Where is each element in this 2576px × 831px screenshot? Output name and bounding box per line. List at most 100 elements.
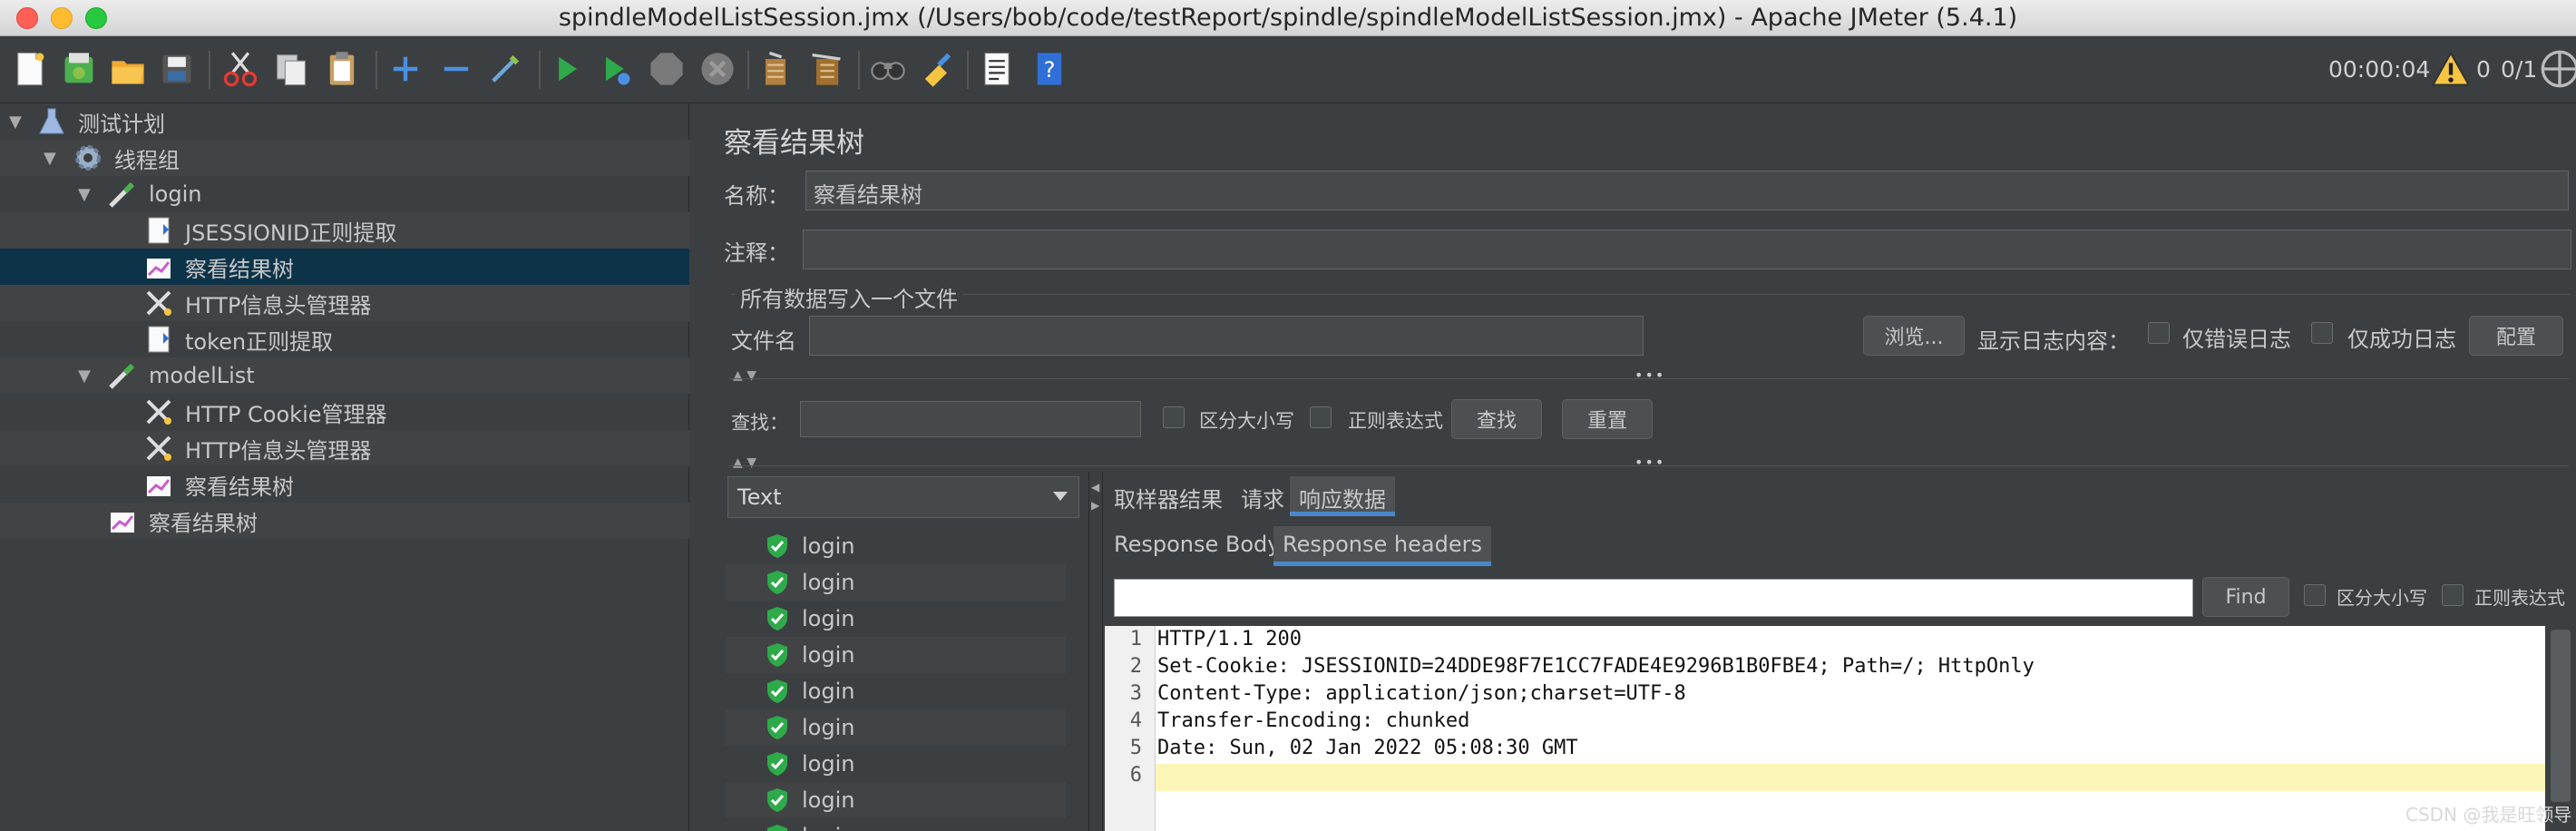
cut-icon[interactable]	[220, 48, 261, 90]
extractor-icon	[148, 326, 170, 353]
list-item[interactable]: login	[726, 637, 1066, 673]
comment-label: 注释：	[724, 240, 789, 266]
results-graph-icon	[147, 259, 171, 279]
tab-response-headers[interactable]: Response headers	[1273, 526, 1491, 566]
list-item[interactable]: login	[726, 782, 1066, 818]
start-icon[interactable]	[546, 48, 588, 90]
splitter-grip[interactable]: •••	[1634, 454, 1665, 471]
tree-node-thread-group[interactable]: ▼ 线程组	[0, 140, 689, 176]
search-field[interactable]	[800, 401, 1141, 437]
success-shield-icon	[767, 788, 787, 812]
success-only-checkbox[interactable]	[2311, 322, 2333, 344]
search-icon[interactable]	[867, 48, 909, 90]
watermark: CSDN @我是旺领导	[2405, 804, 2572, 826]
tree-node-view-results-tree[interactable]: 察看结果树	[0, 503, 689, 539]
response-case-sensitive-checkbox[interactable]	[2304, 584, 2326, 606]
stop-icon[interactable]	[646, 48, 688, 90]
window-titlebar: spindleModelListSession.jmx (/Users/bob/…	[0, 0, 2576, 36]
success-shield-icon	[767, 571, 787, 594]
comment-field[interactable]	[803, 230, 2571, 269]
toolbar: ? 00:00:04 0 0/1	[0, 36, 2576, 103]
response-find-button[interactable]: Find	[2202, 577, 2289, 617]
list-item[interactable]: login	[726, 673, 1066, 709]
list-item[interactable]: login	[726, 601, 1066, 637]
remote-status-icon[interactable]	[2540, 49, 2576, 89]
tree-node-test-plan[interactable]: ▼ 测试计划	[0, 103, 689, 140]
paste-icon[interactable]	[321, 48, 363, 90]
tree-node-view-results-tree[interactable]: 察看结果树	[0, 249, 689, 285]
collapse-arrow-icon[interactable]: ▼	[9, 112, 22, 132]
tab-request[interactable]: 请求	[1232, 476, 1293, 516]
copy-icon[interactable]	[270, 48, 312, 90]
browse-button[interactable]: 浏览...	[1863, 316, 1965, 356]
tree-node-login[interactable]: ▼ login	[0, 176, 689, 212]
code-line: Transfer-Encoding: chunked	[1157, 709, 1470, 732]
splitter-grip[interactable]: •••	[1634, 367, 1665, 384]
open-icon[interactable]	[107, 48, 149, 90]
tab-sampler-result[interactable]: 取样器结果	[1105, 476, 1232, 516]
templates-icon[interactable]	[58, 48, 100, 90]
vertical-splitter[interactable]: ◀ ▶	[1088, 472, 1103, 831]
tab-response-body[interactable]: Response Body	[1105, 526, 1289, 566]
new-icon[interactable]	[9, 48, 51, 90]
success-shield-icon	[767, 534, 787, 558]
tools-icon	[146, 290, 171, 316]
shutdown-icon[interactable]	[697, 48, 738, 90]
response-headers-editor[interactable]: 1 2 3 4 5 6 HTTP/1.1 200 Set-Cookie: JSE…	[1105, 626, 2576, 831]
list-item[interactable]: login	[726, 746, 1066, 782]
tree-node-jsessionid-extractor[interactable]: JSESSIONID正则提取	[0, 212, 689, 249]
collapse-arrow-icon[interactable]: ▼	[78, 367, 91, 386]
splitter-arrows[interactable]: ▲ ▼	[733, 455, 756, 470]
errors-only-checkbox[interactable]	[2148, 322, 2170, 344]
clear-all-icon[interactable]	[805, 48, 847, 90]
code-area[interactable]: HTTP/1.1 200 Set-Cookie: JSESSIONID=24DD…	[1156, 626, 2545, 831]
filename-label: 文件名	[731, 328, 796, 354]
list-item[interactable]: login	[726, 528, 1066, 564]
sampler-pipette-icon	[109, 181, 135, 208]
tools-icon	[146, 399, 171, 425]
collapse-arrow-icon[interactable]: ▼	[78, 185, 91, 204]
configure-button[interactable]: 配置	[2469, 316, 2563, 356]
tree-node-view-results-tree[interactable]: 察看结果树	[0, 466, 689, 503]
toggle-icon[interactable]	[484, 48, 526, 90]
panel-title: 察看结果树	[724, 127, 864, 160]
code-line: Set-Cookie: JSESSIONID=24DDE98F7E1CC7FAD…	[1157, 655, 2034, 678]
renderer-select[interactable]: Text	[727, 476, 1079, 518]
tree-node-header-manager[interactable]: HTTP信息头管理器	[0, 285, 689, 321]
find-button[interactable]: 查找	[1451, 399, 1542, 439]
filename-field[interactable]	[809, 316, 1644, 356]
response-regex-checkbox[interactable]	[2442, 584, 2464, 606]
log-content-label: 显示日志内容：	[1977, 328, 2130, 354]
response-regex-label: 正则表达式	[2474, 587, 2565, 609]
clear-icon[interactable]	[755, 48, 796, 90]
tab-response-data[interactable]: 响应数据	[1290, 476, 1395, 516]
tree-node-modellist[interactable]: ▼ modelList	[0, 357, 689, 394]
gear-icon	[75, 145, 101, 171]
tree-node-token-extractor[interactable]: token正则提取	[0, 321, 689, 357]
sampler-pipette-icon	[109, 363, 135, 389]
help-icon[interactable]: ?	[1029, 48, 1070, 90]
case-sensitive-label: 区分大小写	[1199, 410, 1294, 432]
tree-node-cookie-manager[interactable]: HTTP Cookie管理器	[0, 394, 689, 430]
case-sensitive-checkbox[interactable]	[1163, 406, 1185, 428]
function-helper-icon[interactable]	[976, 48, 1018, 90]
tree-node-header-manager[interactable]: HTTP信息头管理器	[0, 430, 689, 466]
warning-count: 0	[2476, 56, 2491, 83]
regex-label: 正则表达式	[1348, 410, 1443, 432]
response-find-field[interactable]	[1114, 579, 2193, 617]
splitter-arrows[interactable]: ▲ ▼	[733, 368, 756, 383]
regex-checkbox[interactable]	[1310, 406, 1332, 428]
save-icon[interactable]	[156, 48, 198, 90]
reset-button[interactable]: 重置	[1562, 399, 1653, 439]
collapse-icon[interactable]	[435, 48, 477, 90]
test-plan-tree: ▼ 测试计划 ▼ 线程组 ▼ login JSESSIONID正则提取 察看结果…	[0, 103, 689, 831]
reset-search-icon[interactable]	[916, 48, 958, 90]
expand-icon[interactable]	[385, 48, 426, 90]
collapse-arrow-icon[interactable]: ▼	[44, 149, 56, 168]
list-item[interactable]: login	[726, 818, 1066, 831]
name-field[interactable]: 察看结果树	[805, 171, 2569, 210]
list-item[interactable]: login	[726, 564, 1066, 601]
warning-icon[interactable]	[2431, 49, 2471, 89]
list-item[interactable]: login	[726, 709, 1066, 746]
start-no-pause-icon[interactable]	[595, 48, 637, 90]
